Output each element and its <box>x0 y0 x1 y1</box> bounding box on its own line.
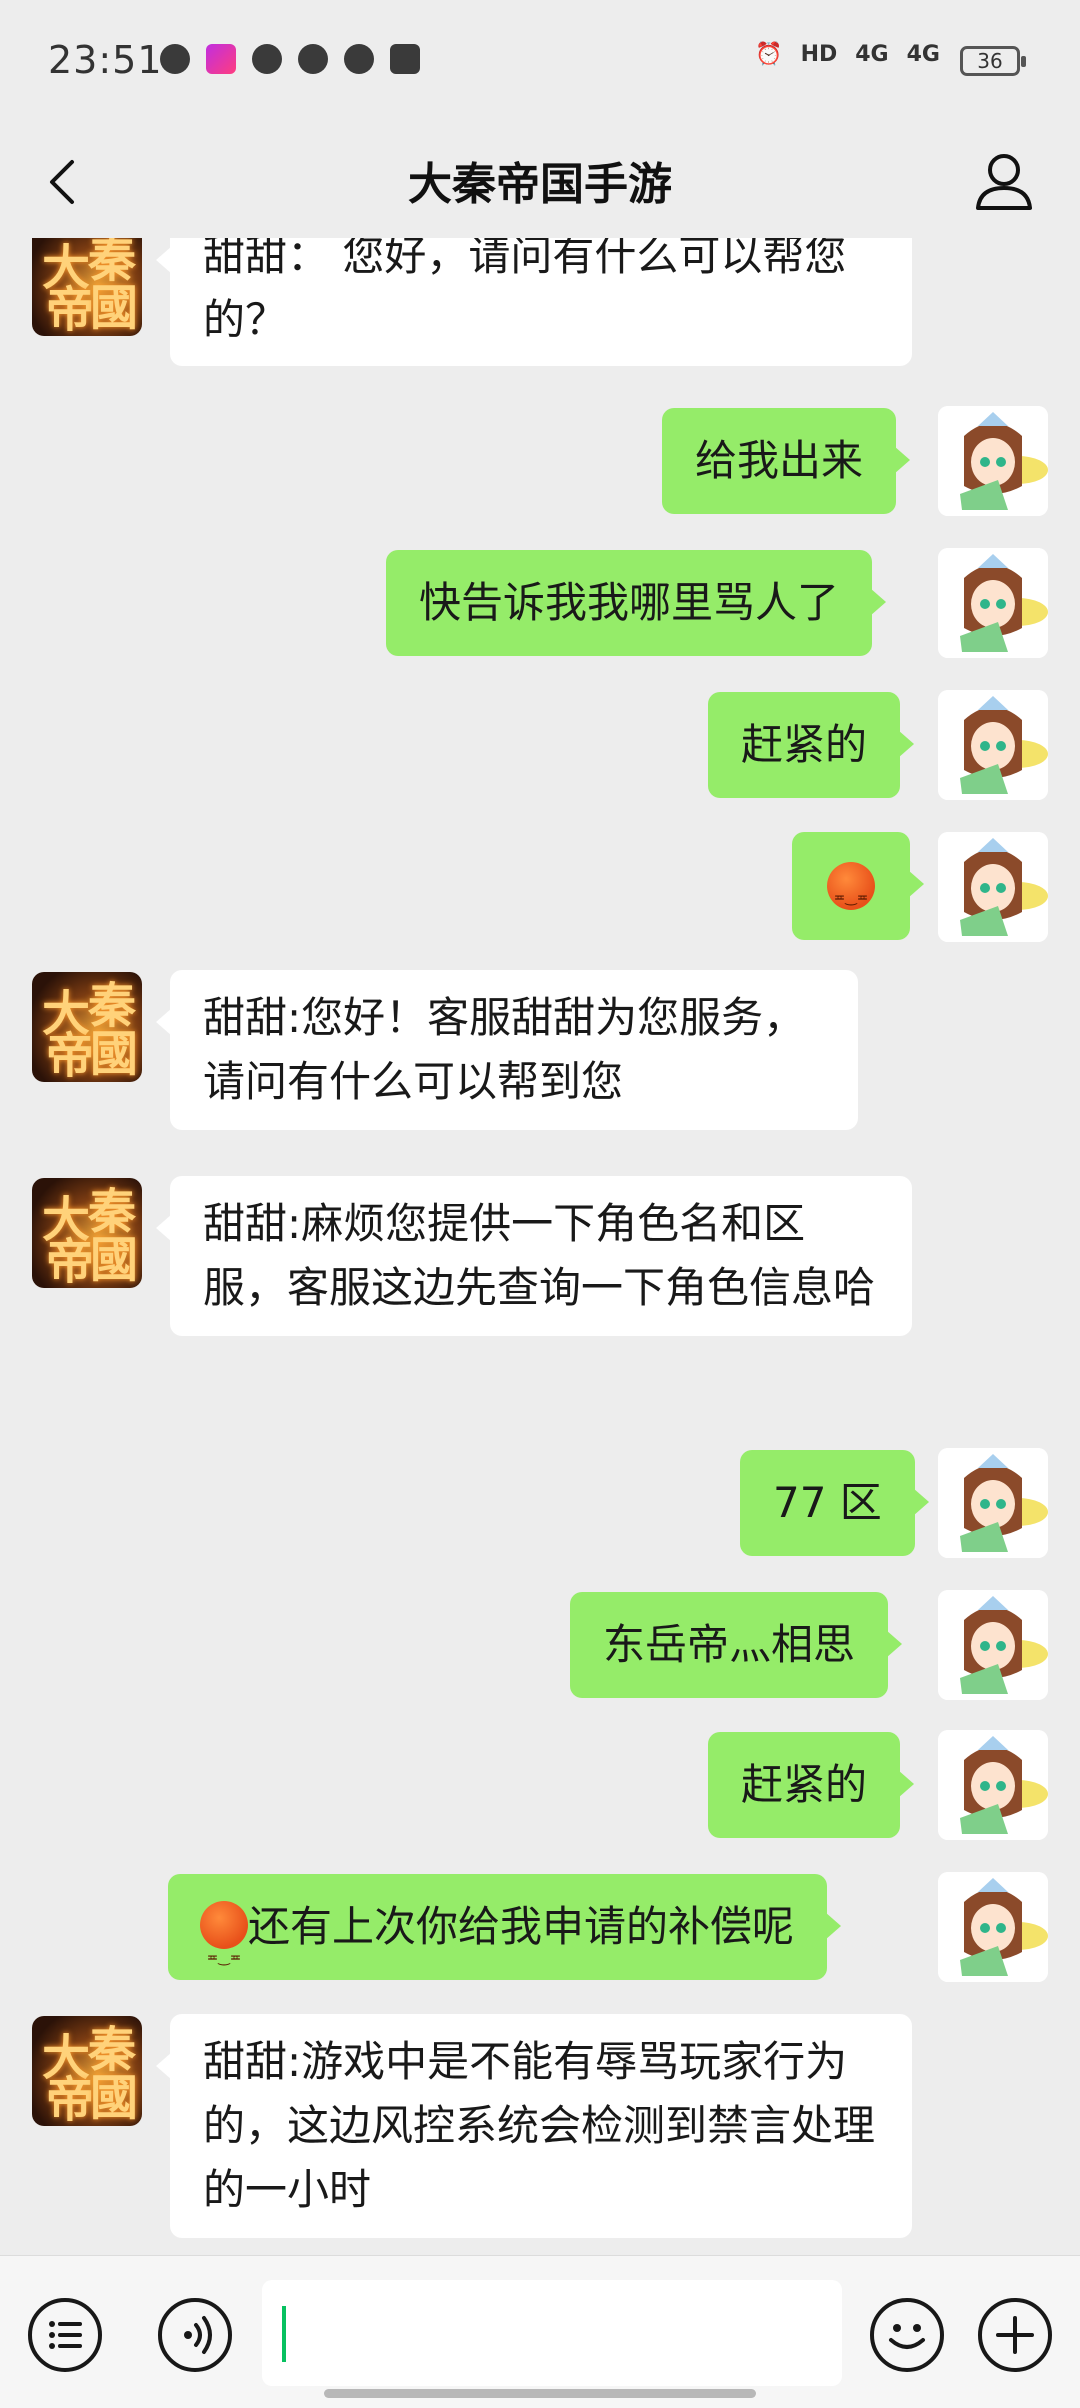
message-bubble-incoming[interactable]: 甜甜:麻烦您提供一下角色名和区服，客服这边先查询一下角色信息哈 <box>156 1176 912 1336</box>
message-bubble-outgoing[interactable]: 77 区 <box>740 1450 929 1556</box>
home-indicator[interactable] <box>324 2389 756 2398</box>
anime-girl-avatar-icon <box>938 548 1048 658</box>
battery-icon: 36 <box>960 46 1026 76</box>
user-avatar[interactable] <box>938 1448 1048 1558</box>
message-text: 还有上次你给我申请的补偿呢 <box>248 1902 795 1951</box>
anime-girl-avatar-icon <box>938 1872 1048 1982</box>
user-avatar[interactable] <box>938 1590 1048 1700</box>
message-icon <box>160 44 190 74</box>
user-avatar[interactable] <box>938 1730 1048 1840</box>
anime-girl-avatar-icon <box>938 406 1048 516</box>
voice-wave-icon <box>184 2316 212 2354</box>
voice-button[interactable] <box>158 2298 232 2372</box>
network-label-2: 4G <box>906 42 940 67</box>
menu-button[interactable] <box>28 2298 102 2372</box>
bot-avatar[interactable]: 大秦 帝國 <box>32 2016 142 2126</box>
message-bubble-outgoing[interactable]: 还有上次你给我申请的补偿呢 <box>168 1874 842 2011</box>
text-caret <box>282 2306 286 2362</box>
voice-icon <box>252 44 282 74</box>
message-bubble-incoming[interactable]: 甜甜:您好！客服甜甜为您服务，请问有什么可以帮到您 <box>156 970 858 1130</box>
bot-avatar[interactable]: 大秦 帝國 <box>32 238 142 336</box>
status-time: 23:51 <box>48 38 163 82</box>
message-bubble-outgoing[interactable]: 赶紧的 <box>708 1732 915 1838</box>
more-button[interactable] <box>978 2298 1052 2372</box>
bot-avatar[interactable]: 大秦 帝國 <box>32 972 142 1082</box>
user-avatar[interactable] <box>938 548 1048 658</box>
anime-girl-avatar-icon <box>938 1448 1048 1558</box>
chat-message-list[interactable]: 大秦 帝國 甜甜： 您好，请问有什么可以帮您的？ 给我出来 快告诉我我哪里骂人了… <box>0 238 1080 2255</box>
message-bubble-outgoing[interactable]: 赶紧的 <box>708 692 915 798</box>
user-avatar[interactable] <box>938 690 1048 800</box>
profile-button[interactable] <box>964 142 1044 222</box>
bot-avatar[interactable]: 大秦 帝國 <box>32 1178 142 1288</box>
alarm-icon: ⏰ <box>755 42 783 67</box>
anime-girl-avatar-icon <box>938 832 1048 942</box>
message-bubble-outgoing[interactable] <box>792 832 924 940</box>
notification-icons <box>160 44 420 74</box>
page-title: 大秦帝国手游 <box>408 159 672 210</box>
bird-icon <box>298 44 328 74</box>
list-icon <box>49 2321 82 2349</box>
status-bar: 23:51 ⏰ HD 4G 4G 36 <box>0 0 1080 120</box>
message-bubble-outgoing[interactable]: 给我出来 <box>662 408 911 514</box>
plus-icon <box>996 2316 1034 2354</box>
smiley-icon <box>889 2324 925 2349</box>
message-bubble-incoming[interactable]: 甜甜： 您好，请问有什么可以帮您的？ <box>156 238 912 366</box>
message-bubble-outgoing[interactable]: 快告诉我我哪里骂人了 <box>386 550 887 656</box>
angry-face-icon <box>827 862 875 930</box>
chat-input-bar <box>0 2255 1080 2408</box>
emoji-button[interactable] <box>870 2298 944 2372</box>
anime-girl-avatar-icon <box>938 690 1048 800</box>
network-label-1: 4G <box>855 42 889 67</box>
message-bubble-incoming[interactable]: 甜甜:游戏中是不能有辱骂玩家行为的，这边风控系统会检测到禁言处理的一小时 <box>156 2014 912 2238</box>
angry-face-icon <box>200 1901 248 2011</box>
hd-label: HD <box>800 42 838 67</box>
person-icon <box>976 154 1032 210</box>
user-avatar[interactable] <box>938 1872 1048 1982</box>
signal-indicators: ⏰ HD 4G 4G <box>755 42 940 67</box>
anime-girl-avatar-icon <box>938 1590 1048 1700</box>
message-bubble-outgoing[interactable]: 东岳帝灬相思 <box>570 1592 903 1698</box>
book-icon <box>390 44 420 74</box>
speed-icon <box>344 44 374 74</box>
anime-girl-avatar-icon <box>938 1730 1048 1840</box>
user-avatar[interactable] <box>938 832 1048 942</box>
chat-header: 大秦帝国手游 <box>0 120 1080 238</box>
message-input[interactable] <box>262 2280 842 2386</box>
user-avatar[interactable] <box>938 406 1048 516</box>
video-app-icon <box>206 44 236 74</box>
